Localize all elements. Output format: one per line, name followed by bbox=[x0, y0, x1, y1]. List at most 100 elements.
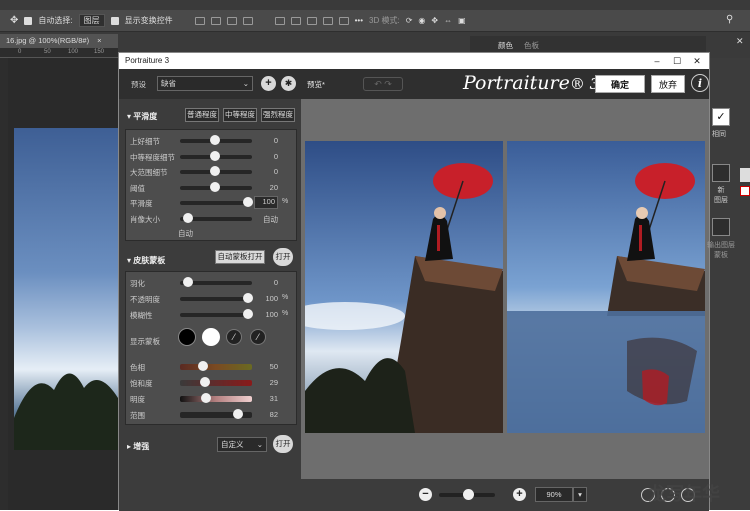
tab-color[interactable]: 颜色 bbox=[498, 40, 513, 51]
white-mask-swatch[interactable] bbox=[202, 328, 220, 346]
slider-knob[interactable] bbox=[243, 197, 254, 207]
slider-value-field[interactable]: 100 bbox=[254, 196, 278, 209]
more-options-icon[interactable]: ••• bbox=[355, 16, 363, 25]
eyedropper-icon[interactable]: ⁄ bbox=[226, 329, 242, 345]
output-mask-checkbox[interactable] bbox=[712, 218, 730, 236]
slider-knob[interactable] bbox=[209, 181, 220, 192]
slider-track[interactable] bbox=[180, 201, 252, 205]
preset-strong-button[interactable]: 强烈程度 bbox=[261, 108, 295, 122]
slider-track[interactable] bbox=[180, 297, 252, 301]
tab-swatches[interactable]: 色板 bbox=[524, 40, 539, 51]
distribute-middle-icon[interactable] bbox=[290, 16, 301, 25]
smoothing-slider-row: 大范围细节 0 bbox=[126, 165, 296, 179]
smoothing-title: 平滑度 bbox=[133, 112, 158, 121]
color-slider-track[interactable] bbox=[180, 396, 252, 402]
smoothing-section-header[interactable]: ▾ 平滑度 bbox=[127, 111, 157, 122]
align-right-icon[interactable] bbox=[226, 16, 237, 25]
ruler-tick: 50 bbox=[44, 49, 51, 55]
document-tab[interactable]: 16.jpg @ 100%(RGB/8#) × bbox=[0, 34, 118, 48]
distribute-left-icon[interactable] bbox=[322, 16, 333, 25]
slider-knob[interactable] bbox=[243, 293, 254, 303]
info-button[interactable]: i bbox=[691, 74, 709, 92]
smoothing-slider-row: 上好细节 0 bbox=[126, 134, 296, 148]
eyedropper-plus-icon[interactable]: ⁄ bbox=[250, 329, 266, 345]
undo-redo-group: ↶ ↷ bbox=[363, 77, 403, 91]
undo-icon[interactable]: ↶ bbox=[374, 79, 382, 89]
move-tool-icon[interactable]: ✥ bbox=[10, 15, 18, 26]
skin-mask-section-header[interactable]: ▾ 皮肤蒙板 bbox=[127, 255, 165, 266]
slider-knob[interactable] bbox=[199, 377, 210, 387]
slider-label: 模糊性 bbox=[130, 311, 153, 320]
auto-select-dropdown[interactable]: 图层 bbox=[78, 14, 105, 27]
3d-pan-icon[interactable]: ✥ bbox=[431, 16, 438, 25]
distribute-bottom-icon[interactable] bbox=[306, 16, 317, 25]
slider-label: 饱和度 bbox=[130, 379, 153, 388]
close-button[interactable]: ✕ bbox=[687, 53, 707, 69]
3d-rotate-icon[interactable]: ⟳ bbox=[406, 16, 413, 25]
watermark: 龙写年华 bbox=[648, 484, 720, 505]
search-icon[interactable]: ⚲ bbox=[726, 14, 733, 25]
smoothing-sliders-box: 上好细节 0 中等程度细节 0 大范围细节 0 阈值 20 平滑度 100% 肖像大小 自动 自动 bbox=[125, 129, 297, 241]
close-tab-icon[interactable]: × bbox=[97, 36, 101, 45]
preset-medium-button[interactable]: 中等程度 bbox=[223, 108, 257, 122]
zoom-out-button[interactable]: − bbox=[419, 488, 432, 501]
slider-knob[interactable] bbox=[183, 277, 194, 287]
minimize-button[interactable]: – bbox=[647, 53, 667, 69]
swatch-none[interactable] bbox=[740, 186, 750, 196]
black-mask-swatch[interactable] bbox=[178, 328, 196, 346]
zoom-in-button[interactable]: + bbox=[513, 488, 526, 501]
3d-roll-icon[interactable]: ◉ bbox=[418, 16, 425, 25]
window-close-icon[interactable]: ✕ bbox=[736, 36, 744, 47]
slider-knob[interactable] bbox=[209, 150, 220, 161]
distribute-right-icon[interactable] bbox=[338, 16, 349, 25]
slider-value: 0 bbox=[273, 136, 278, 145]
enhance-dropdown-value: 自定义 bbox=[221, 440, 244, 449]
slider-knob[interactable] bbox=[183, 212, 194, 223]
skin-mask-open-button[interactable]: 打开 bbox=[273, 248, 293, 266]
maximize-button[interactable]: ☐ bbox=[667, 53, 687, 69]
show-transform-checkbox[interactable] bbox=[110, 16, 119, 25]
align-left-icon[interactable] bbox=[194, 16, 205, 25]
color-swatch[interactable] bbox=[740, 168, 750, 182]
slider-track[interactable] bbox=[180, 313, 252, 317]
enhance-dropdown[interactable]: 自定义 ⌄ bbox=[217, 437, 267, 452]
preview-area[interactable] bbox=[301, 99, 709, 479]
new-layer-checkbox[interactable] bbox=[712, 164, 730, 182]
slider-label: 色相 bbox=[130, 363, 145, 372]
add-preset-button[interactable]: + bbox=[261, 76, 276, 91]
preset-dropdown[interactable]: 缺省 ⌄ bbox=[157, 76, 253, 91]
slider-knob[interactable] bbox=[243, 309, 254, 319]
slider-label: 范围 bbox=[130, 411, 145, 420]
auto-select-checkbox[interactable] bbox=[24, 16, 33, 25]
align-top-icon[interactable] bbox=[242, 16, 253, 25]
enhance-section-header[interactable]: ▸ 增强 bbox=[127, 441, 149, 452]
auto-mask-button[interactable]: 自动蒙板打开 bbox=[215, 250, 265, 264]
zoom-slider-knob[interactable] bbox=[463, 489, 474, 500]
enhance-open-button[interactable]: 打开 bbox=[273, 435, 293, 453]
distribute-top-icon[interactable] bbox=[274, 16, 285, 25]
slider-knob[interactable] bbox=[209, 135, 220, 145]
align-center-icon[interactable] bbox=[210, 16, 221, 25]
preset-normal-button[interactable]: 普通程度 bbox=[185, 108, 219, 122]
ruler-tick: 0 bbox=[18, 49, 22, 55]
same-checkbox[interactable]: ✓ bbox=[712, 108, 730, 126]
color-slider-track[interactable] bbox=[180, 380, 252, 386]
slider-knob[interactable] bbox=[232, 409, 243, 419]
color-slider-track[interactable] bbox=[180, 364, 252, 370]
slider-label: 不透明度 bbox=[130, 295, 160, 304]
slider-unit: % bbox=[282, 294, 289, 301]
3d-slide-icon[interactable]: ⇔ bbox=[444, 16, 452, 25]
slider-knob[interactable] bbox=[209, 166, 220, 176]
chevron-down-icon: ⌄ bbox=[242, 79, 249, 88]
zoom-dropdown-icon[interactable]: ▾ bbox=[573, 487, 587, 502]
settings-gear-icon[interactable]: ✱ bbox=[281, 76, 296, 91]
3d-scale-icon[interactable]: ▣ bbox=[458, 16, 466, 25]
show-mask-label: 显示蒙板 bbox=[130, 337, 160, 346]
cancel-button[interactable]: 放弃 bbox=[651, 75, 685, 93]
slider-value: 20 bbox=[269, 182, 278, 192]
slider-label: 平滑度 bbox=[130, 199, 153, 208]
redo-icon[interactable]: ↷ bbox=[384, 79, 392, 89]
new-layer-label: 新 图层 bbox=[714, 187, 728, 204]
zoom-value[interactable]: 90% bbox=[535, 487, 573, 502]
ok-button[interactable]: 确定 bbox=[595, 75, 645, 93]
